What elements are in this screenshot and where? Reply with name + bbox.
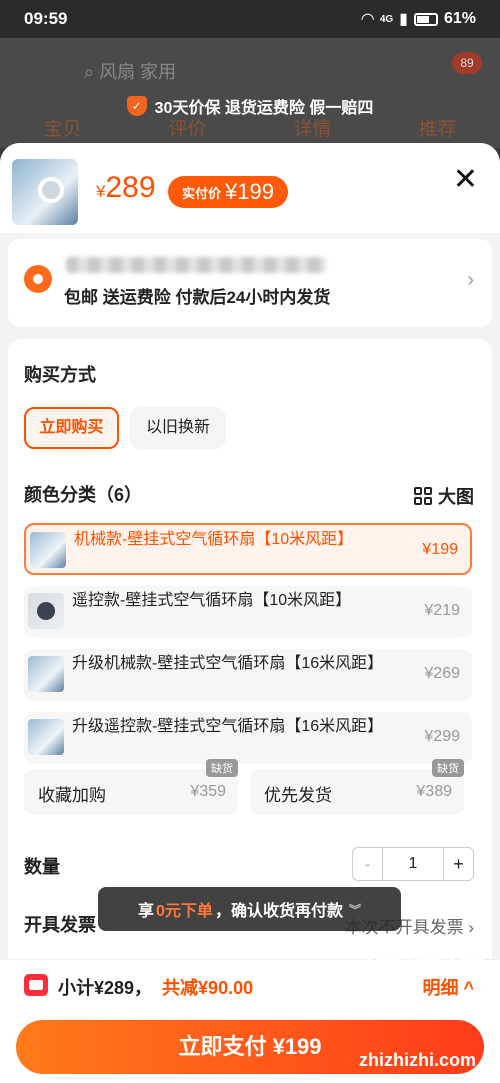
close-icon[interactable]: ✕	[453, 165, 478, 195]
real-price-badge: 实付价 ¥199	[168, 176, 288, 208]
signal-bars-icon: ▮	[399, 11, 408, 28]
variant-price: ¥219	[424, 602, 460, 619]
variant-price: ¥269	[424, 665, 460, 682]
variant-price: ¥199	[422, 541, 458, 558]
variant-option[interactable]: 机械款-壁挂式空气循环扇【10米风距】 ¥199	[24, 523, 472, 575]
variant-name: 遥控款-壁挂式空气循环扇【10米风距】	[72, 592, 352, 609]
variant-price: ¥299	[424, 728, 460, 745]
status-bar: 09:59 ◠ 4G ▮ 61%	[0, 0, 500, 38]
fan-image	[38, 177, 64, 203]
variant-name: 升级遥控款-壁挂式空气循环扇【16米风距】	[72, 718, 384, 735]
tab-recommend: 推荐	[418, 119, 457, 140]
tab-reviews: 评价	[168, 119, 207, 140]
shipping-address-card[interactable]: 包邮 送运费险 付款后24小时内发货 ›	[8, 239, 492, 327]
quantity-label: 数量	[24, 857, 60, 877]
variant-thumbnail	[28, 656, 64, 692]
out-of-stock-badge: 缺货	[206, 759, 238, 777]
wifi-icon: ◠	[361, 11, 374, 28]
watermark-logo: 值值值	[360, 932, 488, 981]
chevron-right-icon: ›	[467, 269, 474, 291]
status-time: 09:59	[24, 9, 68, 28]
invoice-label: 开具发票	[24, 915, 96, 935]
pay-later-toast[interactable]: 享 0元下单 ，确认收货再付款 ︾	[98, 887, 401, 931]
variant-option[interactable]: 遥控款-壁挂式空气循环扇【10米风距】 ¥219	[24, 586, 472, 638]
address-redacted	[66, 257, 326, 273]
big-view-button[interactable]: 大图	[414, 483, 474, 509]
purchase-method-title: 购买方式	[24, 365, 96, 385]
background-tabs: 宝贝 评价 详情 推荐	[0, 114, 500, 141]
subtotal: 小计¥289， 共减¥90.00	[58, 978, 254, 998]
quantity-stepper: - 1 +	[352, 847, 474, 881]
variant-thumbnail	[28, 719, 64, 755]
shipping-info: 包邮 送运费险 付款后24小时内发货	[64, 288, 331, 307]
battery-level: 61%	[443, 10, 476, 27]
background-page: ⌕ 风扇 家用 89 ✓ 30天价保 退货运费险 假一赔四 宝贝 评价 详情 推…	[0, 38, 500, 148]
variant-thumbnail	[28, 593, 64, 629]
product-price: ¥289	[96, 171, 156, 204]
tab-details: 详情	[293, 119, 332, 140]
out-of-stock-badge: 缺货	[432, 759, 464, 777]
coupon-icon	[24, 974, 48, 996]
favorite-addon-option[interactable]: 收藏加购 ¥359 缺货	[24, 759, 238, 815]
variant-option[interactable]: 升级机械款-壁挂式空气循环扇【16米风距】 ¥269	[24, 649, 472, 701]
watermark-url: zhizhizhi.com	[359, 1050, 476, 1070]
battery-icon	[413, 12, 438, 26]
color-category-title: 颜色分类（6）	[24, 485, 143, 505]
location-icon	[24, 265, 52, 293]
buy-now-option[interactable]: 立即购买	[24, 407, 119, 449]
status-icons: ◠ 4G ▮ 61%	[362, 9, 477, 29]
discount-amount: 共减¥90.00	[162, 978, 254, 998]
shield-icon: ✓	[126, 96, 147, 116]
chevron-down-icon: ︾	[348, 902, 361, 917]
tab-item: 宝贝	[43, 119, 82, 140]
search-bar: ⌕ 风扇 家用	[84, 62, 177, 82]
decrease-button[interactable]: -	[353, 848, 383, 880]
signal-icon: 4G	[379, 13, 394, 25]
variant-option[interactable]: 升级遥控款-壁挂式空气循环扇【16米风距】 ¥299	[24, 712, 472, 764]
product-header: ¥289 实付价 ¥199 ✕	[0, 143, 500, 233]
increase-button[interactable]: +	[443, 848, 473, 880]
variant-name: 升级机械款-壁挂式空气循环扇【16米风距】	[72, 655, 384, 672]
priority-shipping-option[interactable]: 优先发货 ¥389 缺货	[250, 759, 464, 815]
product-thumbnail[interactable]	[12, 159, 78, 225]
quantity-value[interactable]: 1	[383, 848, 443, 880]
variant-name: 机械款-壁挂式空气循环扇【10米风距】	[74, 531, 354, 548]
cart-count-badge: 89	[452, 52, 482, 74]
variant-thumbnail	[30, 532, 66, 568]
grid-icon	[414, 487, 432, 505]
trade-in-option[interactable]: 以旧换新	[130, 407, 226, 449]
